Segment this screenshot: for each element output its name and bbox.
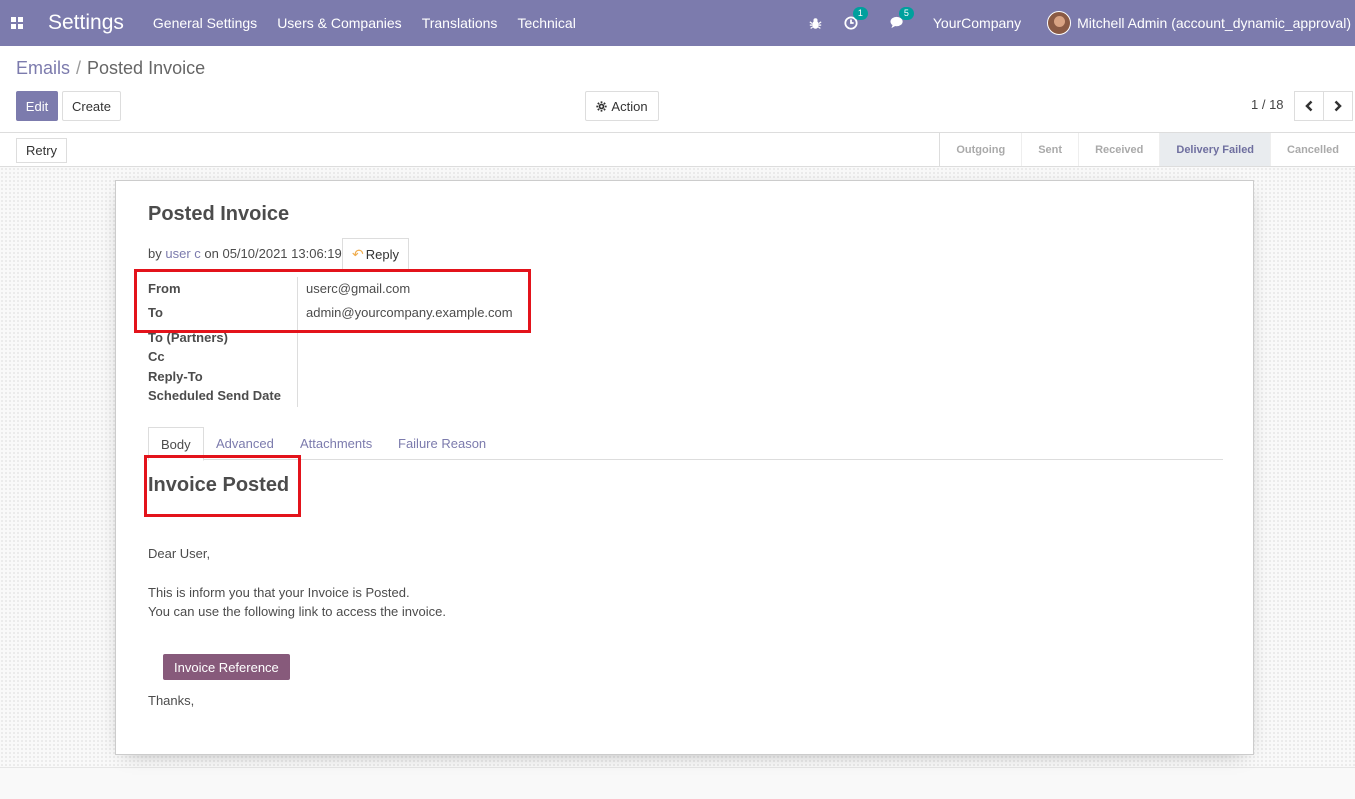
invoice-reference-button[interactable]: Invoice Reference (163, 654, 290, 680)
breadcrumb-current: Posted Invoice (87, 58, 206, 78)
stage-delivery-failed[interactable]: Delivery Failed (1159, 133, 1271, 166)
activity-count-badge: 1 (852, 7, 868, 20)
menu-technical[interactable]: Technical (517, 15, 575, 31)
action-label: Action (611, 98, 648, 114)
breadcrumb: Emails / Posted Invoice (16, 58, 205, 79)
user-menu[interactable]: Mitchell Admin (account_dynamic_approval… (1077, 15, 1351, 31)
menu-users-companies[interactable]: Users & Companies (277, 15, 402, 31)
edit-button[interactable]: Edit (16, 91, 58, 121)
retry-button[interactable]: Retry (16, 138, 68, 163)
form-sheet: Posted Invoice by user c on 05/10/2021 1… (115, 180, 1254, 755)
debug-bug-icon[interactable] (809, 17, 822, 30)
company-switcher[interactable]: YourCompany (933, 15, 1021, 31)
reply-label: Reply (365, 247, 399, 262)
tab-attachments[interactable]: Attachments (288, 427, 384, 460)
pager-value[interactable]: 1 / 18 (1251, 97, 1284, 112)
mail-author-link[interactable]: user c (165, 246, 200, 261)
highlight-box-heading (144, 455, 301, 517)
action-dropdown[interactable]: Action (585, 91, 659, 121)
stage-cancelled[interactable]: Cancelled (1270, 133, 1355, 166)
gear-icon (596, 100, 608, 112)
notebook-tabs: Body Advanced Attachments Failure Reason (148, 427, 1223, 461)
activity-clock-icon[interactable]: 1 (844, 7, 868, 30)
status-stages: Outgoing Sent Received Delivery Failed C… (939, 133, 1355, 166)
menu-translations[interactable]: Translations (422, 15, 498, 31)
field-label: Scheduled Send Date (148, 388, 281, 403)
apps-menu-icon[interactable] (2, 0, 32, 46)
body-line-2: You can use the following link to access… (148, 604, 446, 619)
tab-failure-reason[interactable]: Failure Reason (386, 427, 498, 460)
reply-arrow-icon: ↶ (352, 246, 364, 262)
highlight-box-from-to (134, 269, 531, 333)
field-label: Reply-To (148, 369, 203, 384)
reply-button[interactable]: ↶ Reply (342, 238, 409, 270)
body-line-1: This is inform you that your Invoice is … (148, 585, 410, 600)
byline-prefix: by (148, 246, 162, 261)
breadcrumb-separator: / (76, 58, 82, 78)
mail-byline: by user c on 05/10/2021 13:06:19 (148, 246, 342, 261)
app-brand[interactable]: Settings (48, 11, 124, 35)
field-label: Cc (148, 349, 165, 364)
chevron-right-icon (1334, 100, 1342, 112)
mail-date: on 05/10/2021 13:06:19 (204, 246, 342, 261)
pager-previous-button[interactable] (1294, 91, 1324, 121)
systray: 1 5 YourCompany Mitchell Admin (account_… (809, 0, 1355, 46)
stage-received[interactable]: Received (1078, 133, 1159, 166)
pager-next-button[interactable] (1323, 91, 1353, 121)
body-greeting: Dear User, (148, 546, 211, 561)
user-avatar[interactable] (1047, 11, 1072, 35)
message-count-badge: 5 (898, 7, 914, 20)
chevron-left-icon (1305, 100, 1313, 112)
breadcrumb-emails[interactable]: Emails (16, 58, 70, 78)
mail-subject: Posted Invoice (148, 203, 290, 225)
footer-strip (0, 767, 1355, 799)
stage-outgoing[interactable]: Outgoing (940, 133, 1021, 166)
create-button[interactable]: Create (62, 91, 121, 121)
top-navbar: Settings General Settings Users & Compan… (0, 0, 1355, 46)
stage-sent[interactable]: Sent (1021, 133, 1078, 166)
form-statusbar: Retry Outgoing Sent Received Delivery Fa… (0, 132, 1355, 167)
messages-chat-icon[interactable]: 5 (890, 7, 914, 30)
body-closing: Thanks, (148, 693, 195, 708)
menu-general-settings[interactable]: General Settings (153, 15, 257, 31)
